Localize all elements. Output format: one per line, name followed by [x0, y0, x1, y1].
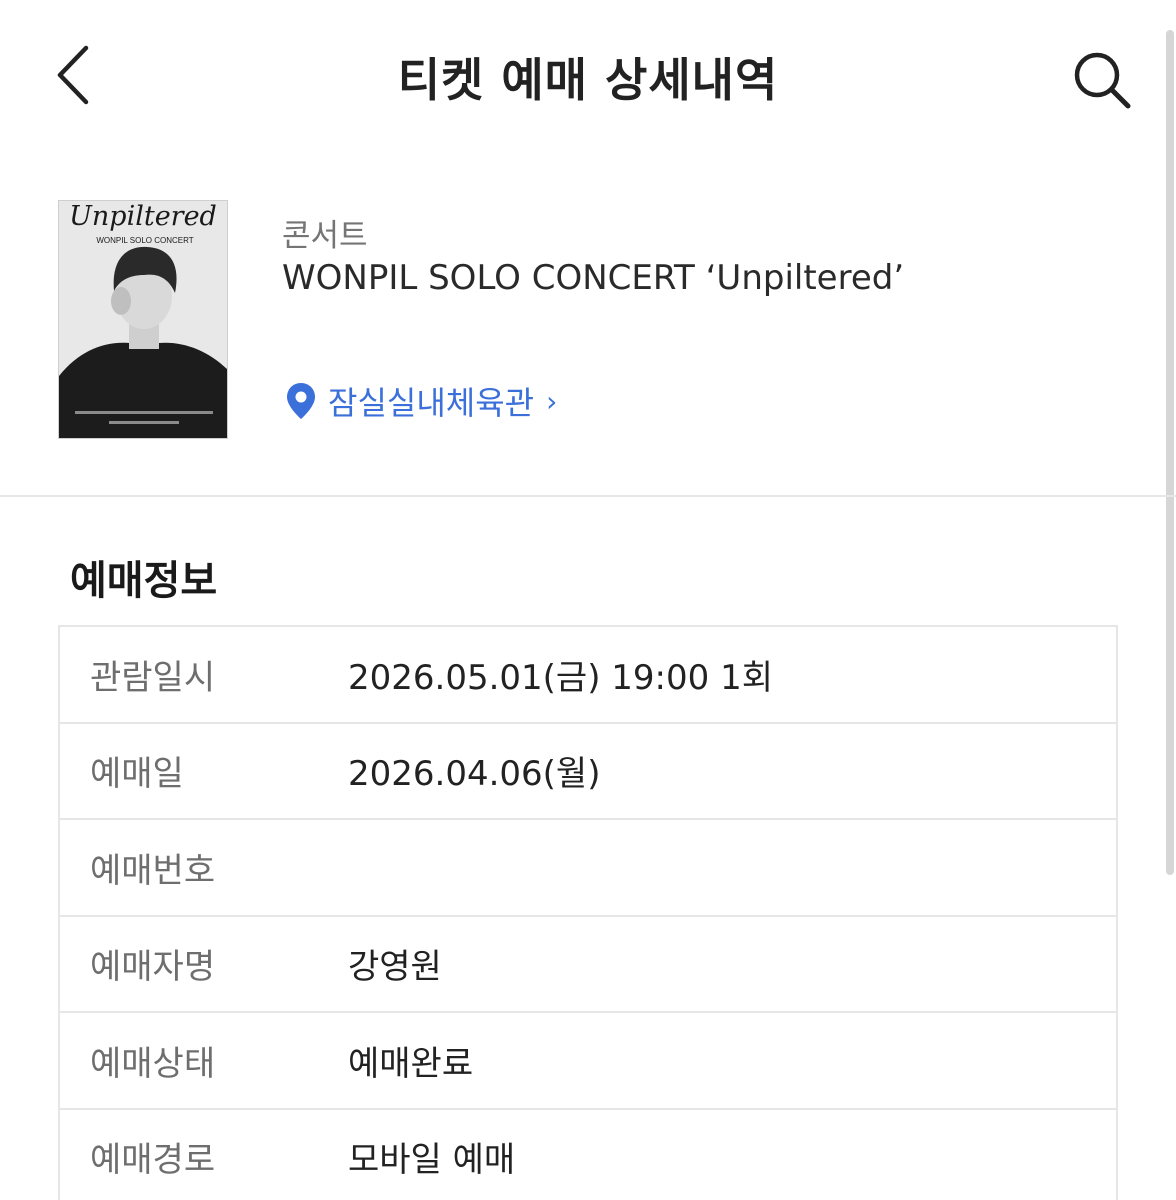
info-row-booking-channel: 예매경로 모바일 예매 [60, 1110, 1116, 1200]
info-label: 예매일 [90, 754, 184, 795]
info-value: 예매완료 [348, 1043, 474, 1084]
info-row-viewing-datetime: 관람일시 2026.05.01(금) 19:00 1회 [60, 627, 1116, 724]
info-value: 2026.05.01(금) 19:00 1회 [348, 657, 773, 698]
info-row-booking-status: 예매상태 예매완료 [60, 1013, 1116, 1110]
scrollbar[interactable] [1166, 30, 1174, 875]
booking-info-table: 관람일시 2026.05.01(금) 19:00 1회 예매일 2026.04.… [58, 625, 1118, 1200]
info-value: 모바일 예매 [348, 1140, 516, 1181]
event-title: WONPIL SOLO CONCERT ‘Unpiltered’ [282, 258, 905, 298]
info-label: 예매번호 [90, 850, 216, 891]
section-divider [0, 495, 1176, 497]
venue-link[interactable]: 잠실실내체육관 › [284, 378, 557, 424]
info-row-booking-number: 예매번호 [60, 820, 1116, 917]
poster-image: Unpiltered WONPIL SOLO CONCERT [59, 201, 227, 438]
info-label: 예매상태 [90, 1043, 216, 1084]
location-pin-icon [287, 383, 315, 419]
info-value: 강영원 [348, 947, 442, 988]
info-label: 예매경로 [90, 1140, 216, 1181]
booking-info-heading: 예매정보 [70, 558, 218, 604]
info-value: 2026.04.06(월) [348, 754, 601, 795]
info-row-booker-name: 예매자명 강영원 [60, 917, 1116, 1013]
event-poster[interactable]: Unpiltered WONPIL SOLO CONCERT [58, 200, 228, 439]
venue-name: 잠실실내체육관 [328, 384, 535, 422]
info-label: 관람일시 [90, 657, 216, 698]
poster-subtitle: WONPIL SOLO CONCERT [96, 236, 193, 245]
search-icon [1074, 52, 1131, 109]
info-row-booking-date: 예매일 2026.04.06(월) [60, 724, 1116, 820]
info-label: 예매자명 [90, 947, 216, 988]
poster-script-title: Unpiltered [69, 201, 217, 232]
header: 티켓 예매 상세내역 [0, 0, 1176, 150]
search-button[interactable] [1068, 46, 1138, 116]
chevron-right-icon: › [546, 384, 558, 418]
page-title: 티켓 예매 상세내역 [397, 53, 779, 107]
ticket-detail-page: 티켓 예매 상세내역 Unpiltered WONPIL SOLO CONCER… [0, 0, 1176, 1200]
event-category: 콘서트 [282, 218, 368, 254]
